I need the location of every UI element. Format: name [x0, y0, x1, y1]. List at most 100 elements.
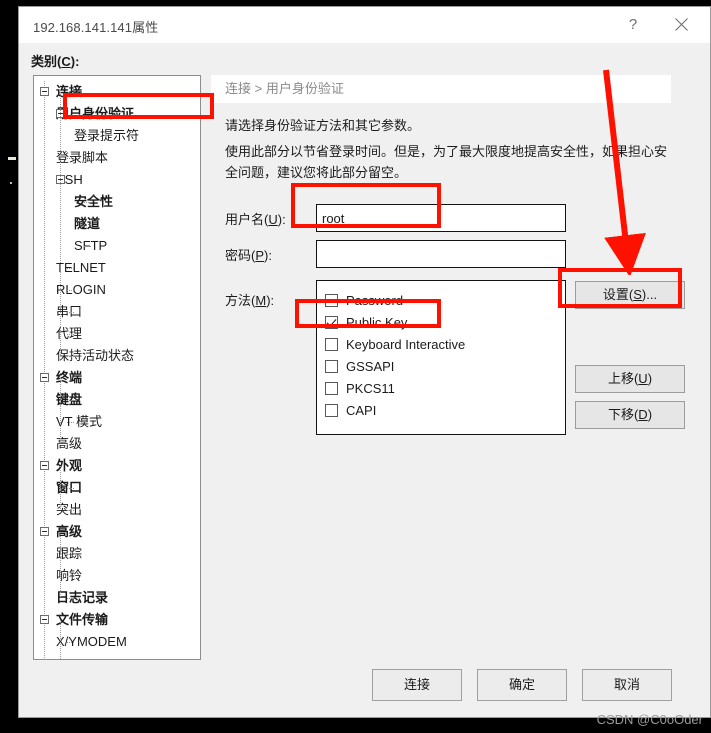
tree-item-18[interactable]: 窗口 [34, 477, 200, 499]
checkbox-unchecked-icon[interactable] [325, 359, 338, 373]
tree-item-15[interactable]: VT 模式 [34, 411, 200, 433]
tree-item-label: TELNET [56, 260, 106, 275]
tree-guide-line [60, 92, 61, 356]
tree-item-26[interactable]: ZMODEM [34, 653, 200, 659]
tree-item-label: 文件传输 [56, 612, 109, 627]
move-down-button[interactable]: 下移(D) [575, 401, 685, 429]
tree-item-9[interactable]: RLOGIN [34, 279, 200, 301]
method-list[interactable]: Password Public Key Keyboard Interactive GS… [316, 280, 566, 435]
close-glyph [674, 17, 688, 31]
tree-item-7[interactable]: SFTP [34, 235, 200, 257]
move-up-label-accel: U [638, 371, 648, 386]
tree-guide-line [60, 378, 61, 444]
tree-item-12[interactable]: 保持活动状态 [34, 345, 200, 367]
password-label-accel: P [255, 248, 265, 263]
help-icon[interactable]: ? [610, 7, 656, 41]
password-input[interactable] [316, 240, 566, 268]
tree-item-6[interactable]: 隧道 [34, 213, 200, 235]
tree-item-1[interactable]: 用户身份验证 [34, 103, 200, 125]
tree-item-10[interactable]: 串口 [34, 301, 200, 323]
tree-branch-dots [67, 510, 74, 511]
tree-item-20[interactable]: 高级 [34, 521, 200, 543]
title-bar: 192.168.141.141属性 ? [19, 7, 710, 43]
tree-branch-dots [67, 268, 74, 269]
tree-collapse-icon[interactable] [40, 615, 49, 624]
checkbox-checked-icon[interactable] [325, 315, 338, 329]
method-row-1[interactable]: Public Key [325, 311, 565, 333]
method-row-5[interactable]: CAPI [325, 399, 565, 421]
settings-label-prefix: 设置( [602, 287, 634, 302]
tree-item-3[interactable]: 登录脚本 [34, 147, 200, 169]
tree-item-label: 登录脚本 [56, 150, 109, 165]
checkbox-unchecked-icon[interactable] [325, 293, 338, 307]
move-up-button[interactable]: 上移(U) [575, 365, 685, 393]
method-row-4[interactable]: PKCS11 [325, 377, 565, 399]
tree-item-5[interactable]: 安全性 [34, 191, 200, 213]
help-glyph: ? [628, 15, 638, 33]
cancel-button[interactable]: 取消 [582, 669, 672, 701]
tree-branch-dots [67, 334, 74, 335]
tree-item-16[interactable]: 高级 [34, 433, 200, 455]
tree-branch-dots [67, 312, 74, 313]
tree-branch-dots [84, 202, 91, 203]
tree-branch-dots [67, 158, 74, 159]
category-tree[interactable]: 连接 用户身份验证 登录提示符登录脚本 SSH 安全性隧道 SFTP TELNET RLOGI… [33, 75, 201, 660]
method-label-text: Public Key [346, 314, 408, 330]
tree-item-22[interactable]: 响铃 [34, 565, 200, 587]
tree-branch-dots [84, 246, 91, 247]
method-row-2[interactable]: Keyboard Interactive [325, 333, 565, 355]
tree-item-19[interactable]: 突出 [34, 499, 200, 521]
tree-item-25[interactable]: X/YMODEM [34, 631, 200, 653]
tree-item-17[interactable]: 外观 [34, 455, 200, 477]
close-icon[interactable] [658, 7, 704, 41]
password-label-suffix: ): [264, 248, 272, 263]
watermark: CSDN @C0oOder [596, 712, 703, 727]
properties-dialog: 192.168.141.141属性 ? 类别(C): 连接 用户身份验证 登录提示符… [18, 6, 711, 718]
method-label: 方法(M): [225, 290, 274, 309]
tree-collapse-icon[interactable] [40, 373, 49, 382]
tree-branch-dots [67, 488, 74, 489]
checkbox-unchecked-icon[interactable] [325, 337, 338, 351]
tree-branch-dots [67, 642, 74, 643]
checkbox-unchecked-icon[interactable] [325, 403, 338, 417]
screenshot-root: 192.168.141.141属性 ? 类别(C): 连接 用户身份验证 登录提示符… [0, 0, 711, 733]
tree-item-13[interactable]: 终端 [34, 367, 200, 389]
settings-button[interactable]: 设置(S)... [575, 281, 685, 309]
tree-item-8[interactable]: TELNET [34, 257, 200, 279]
connect-button[interactable]: 连接 [372, 669, 462, 701]
gutter-dot-mark [10, 182, 12, 184]
tree-item-0[interactable]: 连接 [34, 81, 200, 103]
tree-collapse-icon[interactable] [40, 461, 49, 470]
tree-item-label: 安全性 [74, 194, 114, 209]
tree-collapse-icon[interactable] [40, 87, 49, 96]
tree-branch-dots [84, 224, 91, 225]
method-row-3[interactable]: GSSAPI [325, 355, 565, 377]
move-down-label-suffix: ) [647, 407, 653, 422]
password-label-prefix: 密码( [225, 248, 256, 263]
breadcrumb: 连接 > 用户身份验证 [211, 75, 671, 103]
tree-item-14[interactable]: 键盘 [34, 389, 200, 411]
method-label-text: Password [346, 292, 404, 308]
tree-item-24[interactable]: 文件传输 [34, 609, 200, 631]
move-down-label-accel: D [638, 407, 648, 422]
tree-item-label: 日志记录 [56, 590, 109, 605]
tree-guide-line [60, 620, 61, 659]
tree-branch-dots [67, 290, 74, 291]
tree-item-4[interactable]: SSH [34, 169, 200, 191]
tree-item-21[interactable]: 跟踪 [34, 543, 200, 565]
tree-item-2[interactable]: 登录提示符 [34, 125, 200, 147]
tree-branch-dots [67, 400, 74, 401]
method-row-0[interactable]: Password [325, 289, 565, 311]
tree-branch-dots [67, 554, 74, 555]
tree-branch-dots [67, 576, 74, 577]
window-title: 192.168.141.141属性 [33, 20, 159, 35]
tree-item-23[interactable]: 日志记录 [34, 587, 200, 609]
category-label-prefix: 类别( [31, 54, 62, 69]
username-input[interactable] [316, 204, 566, 232]
tree-branch-dots [84, 136, 91, 137]
username-label-accel: U [268, 212, 278, 227]
tree-collapse-icon[interactable] [40, 527, 49, 536]
tree-item-11[interactable]: 代理 [34, 323, 200, 345]
checkbox-unchecked-icon[interactable] [325, 381, 338, 395]
ok-button[interactable]: 确定 [477, 669, 567, 701]
